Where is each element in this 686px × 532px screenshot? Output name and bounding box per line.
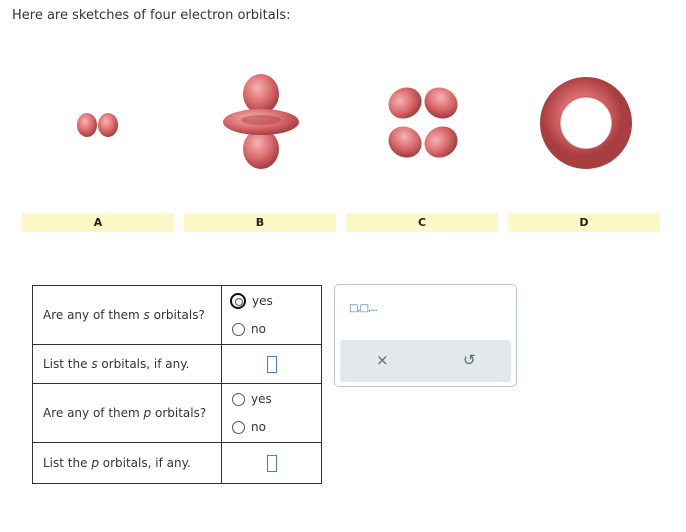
radio-button[interactable]	[232, 322, 245, 336]
orbital-label-b: B	[184, 213, 336, 232]
clear-button[interactable]: ×	[376, 351, 389, 369]
tool-actions: × ↺	[340, 340, 511, 382]
radio-s-yes[interactable]: yes	[222, 287, 321, 315]
orbital-label-c: C	[346, 213, 498, 232]
s-orbitals-input[interactable]	[266, 355, 277, 373]
answer-tool-panel: □,□,... × ↺	[334, 284, 517, 387]
radio-p-no[interactable]: no	[222, 413, 321, 441]
radio-button[interactable]	[230, 293, 246, 309]
radio-p-yes[interactable]: yes	[222, 385, 321, 413]
question-row-s-exists: Are any of them s orbitals? yes no	[32, 285, 322, 345]
answer-s-list	[221, 344, 322, 384]
question-row-p-exists: Are any of them p orbitals? yes no	[32, 383, 322, 443]
orbital-b-image	[223, 74, 299, 169]
list-symbol-button[interactable]: □,□,...	[349, 303, 378, 314]
radio-s-no[interactable]: no	[222, 315, 321, 343]
orbital-c-image	[388, 87, 458, 158]
question-s-exists: Are any of them s orbitals?	[32, 285, 222, 345]
answer-s-exists: yes no	[221, 285, 322, 345]
answer-p-exists: yes no	[221, 383, 322, 443]
orbital-label-a: A	[22, 213, 174, 232]
radio-button[interactable]	[232, 420, 245, 434]
orbital-d-image	[540, 77, 632, 169]
question-row-s-list: List the s orbitals, if any.	[32, 344, 322, 384]
question-s-list: List the s orbitals, if any.	[32, 344, 222, 384]
intro-text: Here are sketches of four electron orbit…	[12, 8, 291, 23]
answer-p-list	[221, 442, 322, 484]
orbital-a-image	[77, 113, 118, 137]
undo-icon[interactable]: ↺	[463, 351, 476, 369]
question-p-exists: Are any of them p orbitals?	[32, 383, 222, 443]
question-p-list: List the p orbitals, if any.	[32, 442, 222, 484]
question-row-p-list: List the p orbitals, if any.	[32, 442, 322, 484]
radio-button[interactable]	[232, 392, 245, 406]
question-table: Are any of them s orbitals? yes no List …	[32, 285, 322, 484]
p-orbitals-input[interactable]	[266, 454, 277, 472]
orbital-label-d: D	[508, 213, 660, 232]
